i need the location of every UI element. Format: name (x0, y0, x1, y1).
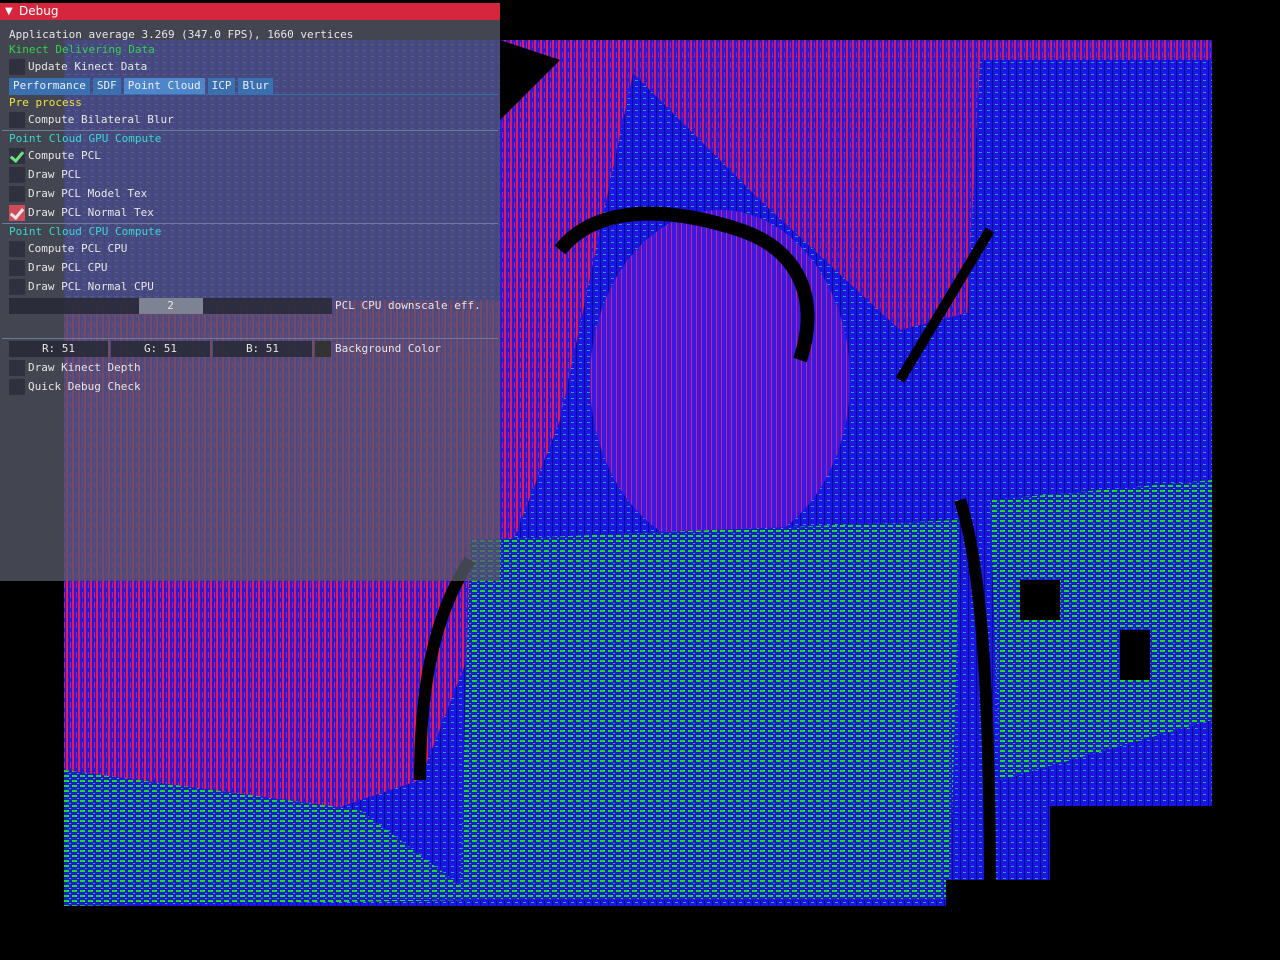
color-swatch[interactable] (315, 341, 331, 357)
draw-kinect-depth-label: Draw Kinect Depth (28, 361, 141, 374)
draw-pcl-checkbox[interactable] (9, 167, 25, 183)
fps-readout: Application average 3.269 (347.0 FPS), 1… (9, 28, 354, 41)
tab-sdf[interactable]: SDF (92, 78, 121, 94)
tab-blur[interactable]: Blur (238, 78, 273, 94)
slider-value: 2 (167, 299, 174, 312)
draw-pcl-normal-tex-checkbox[interactable] (9, 205, 25, 221)
tab-icp[interactable]: ICP (207, 78, 236, 94)
background-color-label: Background Color (335, 342, 441, 355)
color-r-field[interactable]: R: 51 (9, 341, 108, 357)
tab-bar: Performance SDF Point Cloud ICP Blur (9, 78, 273, 94)
tab-performance[interactable]: Performance (9, 78, 90, 94)
draw-pcl-normal-cpu-label: Draw PCL Normal CPU (28, 280, 154, 293)
bilateral-blur-checkbox[interactable] (9, 112, 25, 128)
draw-kinect-depth-checkbox[interactable] (9, 360, 25, 376)
window-title: Debug (19, 4, 59, 18)
quick-debug-check-checkbox[interactable] (9, 379, 25, 395)
update-kinect-label: Update Kinect Data (28, 60, 148, 73)
draw-pcl-model-tex-checkbox[interactable] (9, 186, 25, 202)
separator (2, 130, 498, 131)
separator (2, 338, 498, 339)
color-g-field[interactable]: G: 51 (111, 341, 210, 357)
preprocess-header: Pre process (9, 96, 82, 109)
kinect-status: Kinect Delivering Data (9, 43, 155, 56)
compute-pcl-cpu-checkbox[interactable] (9, 241, 25, 257)
update-kinect-checkbox[interactable] (9, 59, 25, 75)
quick-debug-check-label: Quick Debug Check (28, 380, 141, 393)
compute-pcl-checkbox[interactable] (9, 148, 25, 164)
downscale-label: PCL CPU downscale eff. (335, 299, 481, 312)
color-b-field[interactable]: B: 51 (213, 341, 312, 357)
debug-window-titlebar[interactable]: ▼ Debug (0, 3, 500, 20)
collapse-arrow-icon[interactable]: ▼ (5, 3, 13, 20)
tab-underline (9, 94, 498, 95)
draw-pcl-model-tex-label: Draw PCL Model Tex (28, 187, 148, 200)
compute-pcl-cpu-label: Compute PCL CPU (28, 242, 128, 255)
draw-pcl-label: Draw PCL (28, 168, 81, 181)
separator (2, 223, 498, 224)
cpu-compute-header: Point Cloud CPU Compute (9, 225, 162, 238)
draw-pcl-normal-tex-label: Draw PCL Normal Tex (28, 206, 154, 219)
downscale-slider[interactable]: 2 (9, 298, 332, 314)
gpu-compute-header: Point Cloud GPU Compute (9, 132, 162, 145)
draw-pcl-normal-cpu-checkbox[interactable] (9, 279, 25, 295)
compute-pcl-label: Compute PCL (28, 149, 101, 162)
bilateral-blur-label: Compute Bilateral Blur (28, 113, 174, 126)
draw-pcl-cpu-label: Draw PCL CPU (28, 261, 108, 274)
draw-pcl-cpu-checkbox[interactable] (9, 260, 25, 276)
debug-window: ▼ Debug Application average 3.269 (347.0… (0, 3, 500, 581)
tab-point-cloud[interactable]: Point Cloud (123, 78, 205, 94)
